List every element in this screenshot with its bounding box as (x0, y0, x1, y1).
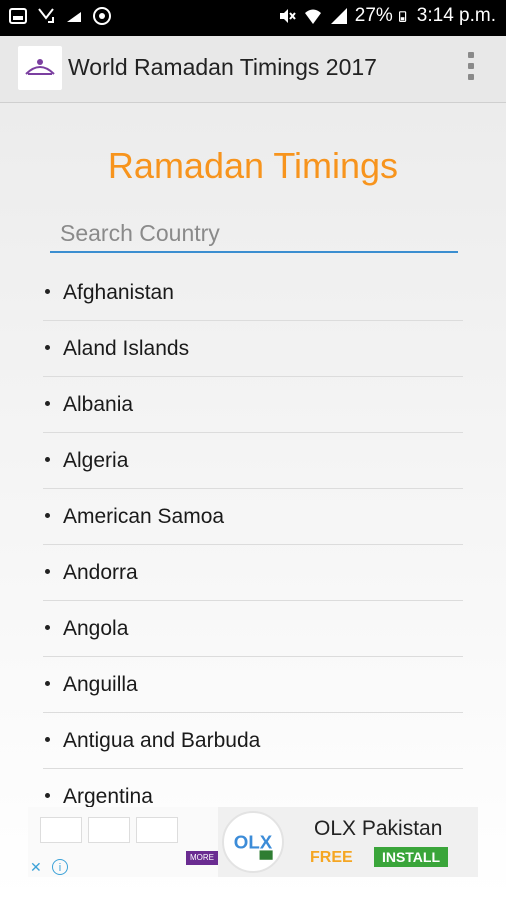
ad-install-button[interactable]: INSTALL (374, 847, 448, 867)
overflow-menu-icon[interactable] (466, 52, 476, 86)
ad-banner[interactable]: MORE ✕ i OLX OLX Pakistan FREE INSTALL (28, 807, 478, 877)
app-title: World Ramadan Timings 2017 (68, 54, 377, 80)
country-list-item[interactable]: Aland Islands (43, 321, 463, 377)
country-list-item[interactable]: Angola (43, 601, 463, 657)
country-name: Anguilla (63, 673, 138, 696)
page-heading: Ramadan Timings (107, 145, 399, 186)
mute-icon (279, 9, 296, 23)
main-content: Ramadan Timings Afghanistan Aland Islands… (0, 103, 506, 900)
bullet-icon (45, 289, 50, 294)
country-list: Afghanistan Aland Islands Albania Algeria Am… (43, 265, 463, 825)
country-list-item[interactable]: Algeria (43, 433, 463, 489)
bullet-icon (45, 457, 50, 462)
country-name: Argentina (63, 785, 153, 808)
bullet-icon (45, 345, 50, 350)
country-name: Angola (63, 617, 129, 640)
clock: 3:14 p.m. (416, 5, 496, 26)
bullet-icon (45, 793, 50, 798)
country-list-item[interactable]: Anguilla (43, 657, 463, 713)
missed-call-icon (38, 8, 54, 23)
ad-thumbnail (136, 817, 178, 843)
olx-logo-text: OLX (234, 832, 273, 853)
country-name: Aland Islands (63, 337, 190, 360)
app-logo-icon (18, 46, 62, 90)
app-bar: World Ramadan Timings 2017 (0, 36, 506, 103)
country-name: Antigua and Barbuda (63, 729, 261, 752)
bullet-icon (45, 625, 50, 630)
search-country-input[interactable] (50, 215, 458, 253)
country-name: American Samoa (63, 505, 225, 528)
country-name: Afghanistan (63, 281, 174, 304)
bullet-icon (45, 513, 50, 518)
olx-logo: OLX (222, 811, 284, 873)
ad-title: OLX Pakistan (314, 817, 443, 840)
bullet-icon (45, 569, 50, 574)
cloud-icon (67, 12, 81, 22)
country-name: Andorra (63, 561, 138, 584)
ad-info-icon[interactable]: i (52, 859, 68, 875)
gallery-icon (9, 8, 27, 24)
ad-thumbnail (40, 817, 82, 843)
ad-thumbnails: MORE ✕ i (28, 807, 218, 877)
country-list-item[interactable]: Albania (43, 377, 463, 433)
status-bar: 27% 3:14 p.m. (0, 0, 506, 36)
whatsapp-icon (93, 7, 111, 25)
bullet-icon (45, 401, 50, 406)
notification-icons (8, 6, 112, 26)
country-list-item[interactable]: Andorra (43, 545, 463, 601)
ad-close-icon[interactable]: ✕ (30, 859, 46, 875)
country-name: Algeria (63, 449, 129, 472)
country-list-item[interactable]: American Samoa (43, 489, 463, 545)
wifi-icon (304, 9, 321, 24)
ad-free-label: FREE (310, 849, 353, 866)
ad-more-label: MORE (186, 851, 218, 865)
battery-icon (398, 11, 406, 22)
country-list-item[interactable]: Antigua and Barbuda (43, 713, 463, 769)
battery-percent: 27% (354, 5, 393, 26)
country-list-item[interactable]: Afghanistan (43, 265, 463, 321)
system-status: 27% 3:14 p.m. (277, 5, 496, 27)
signal-icon (330, 8, 347, 24)
bullet-icon (45, 681, 50, 686)
country-name: Albania (63, 393, 134, 416)
ad-thumbnail (88, 817, 130, 843)
bullet-icon (45, 737, 50, 742)
